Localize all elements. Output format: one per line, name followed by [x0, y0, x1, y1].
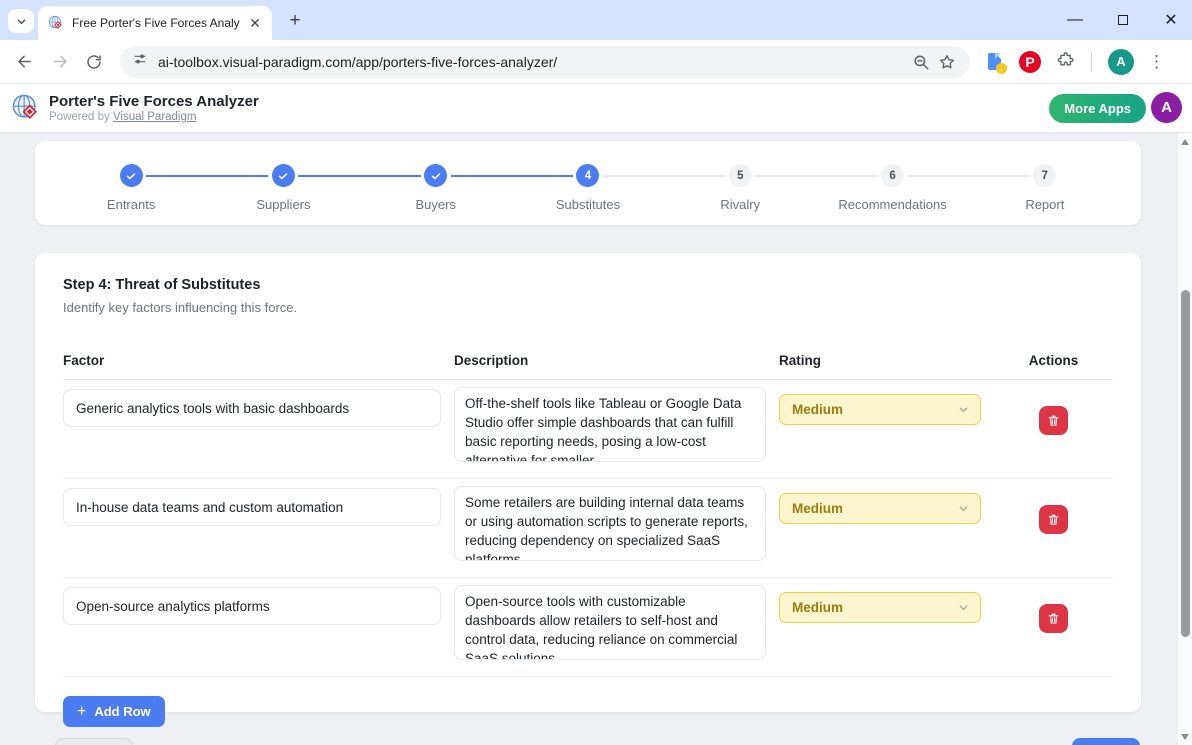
stepper-card: Entrants Suppliers Buyers 4 Substitutes …: [35, 141, 1141, 225]
site-settings-icon[interactable]: [132, 51, 148, 72]
plus-icon: +: [77, 704, 86, 720]
toolbar-divider: [1091, 52, 1092, 72]
factor-input[interactable]: [63, 587, 441, 625]
step-label: Substitutes: [556, 197, 620, 212]
forward-icon[interactable]: [46, 48, 74, 76]
scrollbar-thumb[interactable]: [1181, 290, 1190, 637]
rating-value: Medium: [792, 402, 957, 417]
stepper-step[interactable]: 7 Report: [969, 153, 1121, 212]
step-label: Rivalry: [720, 197, 760, 212]
extensions-puzzle-icon[interactable]: [1057, 50, 1075, 73]
step-label: Report: [1025, 197, 1064, 212]
step-circle: 7: [1033, 164, 1056, 187]
delete-row-button[interactable]: [1039, 505, 1068, 534]
browser-toolbar: ai-toolbox.visual-paradigm.com/app/porte…: [0, 40, 1192, 84]
table-header: Factor Description Rating Actions: [63, 353, 1113, 380]
trash-icon: [1047, 513, 1060, 526]
factor-input[interactable]: [63, 488, 441, 526]
step-label: Entrants: [107, 197, 155, 212]
chevron-down-icon: [957, 403, 970, 416]
step-circle: 4: [576, 164, 599, 187]
page-scrollbar[interactable]: [1177, 133, 1192, 745]
table-row: Medium: [63, 578, 1113, 677]
description-textarea[interactable]: [454, 387, 766, 462]
factor-input[interactable]: [63, 389, 441, 427]
rating-select[interactable]: Medium: [779, 394, 981, 425]
step-label: Suppliers: [256, 197, 310, 212]
window-controls: — ✕: [1066, 0, 1180, 40]
trash-icon: [1047, 414, 1060, 427]
browser-tab[interactable]: Free Porter's Five Forces Analyz ✕: [38, 6, 272, 40]
rating-value: Medium: [792, 501, 957, 516]
doc-download-extension-icon[interactable]: ↓: [988, 53, 1003, 71]
tab-close-icon[interactable]: ✕: [246, 14, 264, 32]
stepper: Entrants Suppliers Buyers 4 Substitutes …: [55, 153, 1121, 212]
delete-row-button[interactable]: [1039, 604, 1068, 633]
step-circle: 5: [729, 164, 752, 187]
user-avatar[interactable]: A: [1151, 92, 1182, 123]
step-circle: [424, 164, 447, 187]
app-header: Porter's Five Forces Analyzer Powered by…: [0, 84, 1192, 133]
column-actions: Actions: [994, 353, 1113, 368]
url-bar[interactable]: ai-toolbox.visual-paradigm.com/app/porte…: [120, 46, 970, 78]
browser-menu-icon[interactable]: ⋮: [1148, 52, 1165, 72]
tab-title: Free Porter's Five Forces Analyz: [72, 16, 240, 30]
stepper-step[interactable]: Entrants: [55, 153, 207, 212]
reload-icon[interactable]: [80, 48, 108, 76]
zoom-out-icon[interactable]: [908, 49, 934, 75]
visual-paradigm-link[interactable]: Visual Paradigm: [113, 111, 197, 123]
description-textarea[interactable]: [454, 486, 766, 561]
url-text[interactable]: ai-toolbox.visual-paradigm.com/app/porte…: [158, 54, 908, 70]
step-circle: [120, 164, 143, 187]
rating-select[interactable]: Medium: [779, 493, 981, 524]
step-subtitle: Identify key factors influencing this fo…: [63, 300, 1113, 315]
back-icon[interactable]: [10, 48, 38, 76]
powered-by: Powered by Visual Paradigm: [49, 110, 259, 124]
app-logo-icon: [11, 93, 41, 123]
column-rating: Rating: [779, 353, 981, 368]
pinterest-extension-icon[interactable]: P: [1019, 51, 1041, 73]
minimize-button[interactable]: —: [1066, 11, 1084, 29]
stepper-step[interactable]: 5 Rivalry: [664, 153, 816, 212]
app-title: Porter's Five Forces Analyzer: [49, 93, 259, 110]
close-window-button[interactable]: ✕: [1162, 11, 1180, 29]
trash-icon: [1047, 612, 1060, 625]
stepper-step[interactable]: Buyers: [360, 153, 512, 212]
chevron-down-icon: [957, 601, 970, 614]
factor-rows: Medium Medium Medi: [63, 380, 1113, 677]
step-circle: [272, 164, 295, 187]
tab-strip: Free Porter's Five Forces Analyz ✕ + — ✕: [0, 0, 1192, 40]
rating-value: Medium: [792, 600, 957, 615]
delete-row-button[interactable]: [1039, 406, 1068, 435]
step-label: Recommendations: [838, 197, 946, 212]
stepper-step[interactable]: 4 Substitutes: [512, 153, 664, 212]
step-circle: 6: [881, 164, 904, 187]
maximize-button[interactable]: [1114, 11, 1132, 29]
stepper-step[interactable]: Suppliers: [207, 153, 359, 212]
column-factor: Factor: [63, 353, 441, 368]
next-step-button[interactable]: [1072, 738, 1140, 745]
more-apps-button[interactable]: More Apps: [1049, 94, 1146, 123]
step-title: Step 4: Threat of Substitutes: [63, 277, 1113, 293]
browser-profile-avatar[interactable]: A: [1108, 49, 1134, 75]
bookmark-star-icon[interactable]: [934, 49, 960, 75]
stepper-step[interactable]: 6 Recommendations: [816, 153, 968, 212]
tab-search-chevron-icon[interactable]: [8, 9, 34, 33]
page-content: Entrants Suppliers Buyers 4 Substitutes …: [0, 133, 1192, 745]
step-label: Buyers: [415, 197, 455, 212]
description-textarea[interactable]: [454, 585, 766, 660]
new-tab-button[interactable]: +: [282, 9, 308, 33]
site-favicon-icon: [48, 15, 64, 31]
table-row: Medium: [63, 380, 1113, 479]
table-row: Medium: [63, 479, 1113, 578]
scroll-up-icon[interactable]: [1181, 139, 1189, 145]
extensions-area: ↓ P: [988, 50, 1075, 73]
column-description: Description: [454, 353, 766, 368]
add-row-button[interactable]: + Add Row: [63, 696, 165, 727]
rating-select[interactable]: Medium: [779, 592, 981, 623]
step-card: Step 4: Threat of Substitutes Identify k…: [35, 253, 1141, 712]
scroll-down-icon[interactable]: [1181, 734, 1189, 740]
previous-step-button[interactable]: [55, 738, 133, 745]
chevron-down-icon: [957, 502, 970, 515]
